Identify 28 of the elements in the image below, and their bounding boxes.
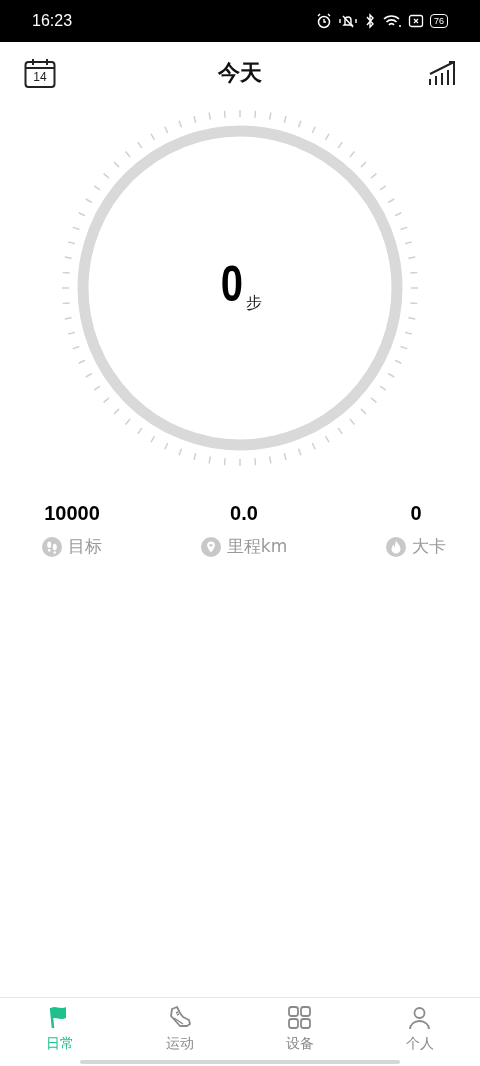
nav-tab[interactable]: 运动 [120, 998, 240, 1060]
calendar-day: 14 [24, 69, 56, 85]
person-icon [407, 1005, 433, 1031]
nav-tab[interactable]: 设备 [240, 998, 360, 1060]
nav-tab[interactable]: 日常 [0, 998, 120, 1060]
wifi-icon [382, 13, 402, 29]
page-title: 今天 [218, 59, 262, 87]
mute-icon [338, 13, 358, 29]
sim-icon [408, 13, 424, 29]
bluetooth-icon [364, 13, 376, 29]
calendar-icon[interactable]: 14 [24, 58, 56, 88]
stat-value: 0.0 [230, 502, 258, 525]
battery-level: 76 [434, 15, 444, 27]
alarm-icon [316, 13, 332, 29]
stat-label: 大卡 [412, 535, 446, 558]
status-time: 16:23 [32, 12, 73, 30]
flame-icon [386, 536, 406, 557]
nav-tab[interactable]: 个人 [360, 998, 480, 1060]
stat-label: 里程km [226, 535, 288, 558]
step-count: 0 [220, 258, 244, 310]
location-pin-icon [200, 536, 221, 557]
grid-icon [287, 1005, 313, 1031]
stat-value: 0 [410, 502, 422, 525]
footprint-icon [42, 536, 62, 557]
stat-value: 10000 [44, 502, 100, 525]
chart-icon[interactable] [428, 59, 456, 87]
step-unit: 步 [245, 293, 262, 314]
stat-label: 目标 [68, 535, 102, 558]
